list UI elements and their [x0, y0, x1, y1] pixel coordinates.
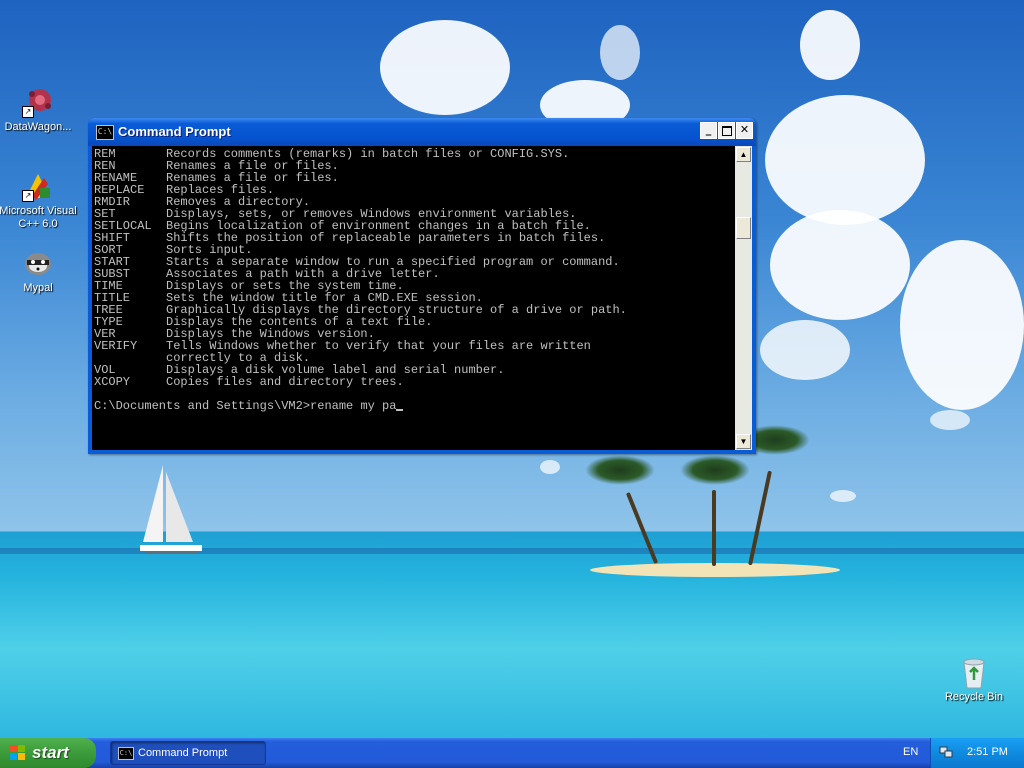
raccoon-icon [22, 247, 54, 279]
wallpaper-cloud [600, 25, 640, 80]
scroll-down-button[interactable]: ▼ [736, 434, 751, 449]
taskbar-item-command-prompt[interactable]: C:\ Command Prompt [110, 741, 266, 765]
console-input[interactable]: rename my pa [310, 399, 396, 413]
network-icon[interactable] [939, 746, 953, 759]
wallpaper-cloud [800, 10, 860, 80]
clock[interactable]: 2:51 PM [967, 746, 1008, 758]
desktop-background: ↗ DataWagon... ↗ Microsoft Visual C++ 6.… [0, 0, 1024, 738]
console-icon[interactable]: C:\ [96, 125, 114, 140]
console-icon: C:\ [118, 747, 134, 760]
window-titlebar[interactable]: C:\ Command Prompt _ ✕ [88, 118, 756, 146]
start-label: start [32, 743, 69, 762]
windows-logo-icon [10, 745, 26, 761]
taskbar: start C:\ Command Prompt EN 2:51 PM [0, 738, 1024, 768]
console-line-command: XCOPY [94, 375, 131, 389]
desktop-icon-mypal[interactable]: Mypal [0, 247, 78, 295]
desktop-icon-label: DataWagon... [4, 121, 72, 133]
text-cursor [396, 409, 404, 411]
console-prompt-line[interactable]: C:\Documents and Settings\VM2>rename my … [94, 400, 730, 412]
desktop-icon-datawagon[interactable]: ↗ DataWagon... [0, 86, 78, 134]
window-title: Command Prompt [118, 124, 231, 139]
console-area[interactable]: REM Records comments (remarks) in batch f… [92, 146, 752, 450]
close-button[interactable]: ✕ [736, 122, 753, 139]
wallpaper-palm-trunk [712, 490, 716, 566]
wallpaper-cloud [760, 320, 850, 380]
language-indicator[interactable]: EN [903, 746, 918, 758]
wallpaper-cloud [380, 20, 510, 115]
wallpaper-palm-leaves [585, 455, 655, 485]
wallpaper-cloud [900, 240, 1024, 410]
console-prompt: C:\Documents and Settings\VM2> [94, 399, 311, 413]
desktop-icon-label: Microsoft Visual C++ 6.0 [0, 205, 77, 230]
command-prompt-window[interactable]: C:\ Command Prompt _ ✕ REM Records commen… [88, 118, 756, 454]
wallpaper-cloud [765, 95, 925, 225]
system-tray: 2:51 PM [930, 738, 1024, 768]
start-button[interactable]: start [0, 738, 96, 768]
console-line: XCOPY Copies files and directory trees. [94, 376, 730, 388]
wallpaper-palm-leaves [680, 455, 750, 485]
console-line-description: Copies files and directory trees. [166, 375, 404, 389]
wallpaper-cloud [930, 410, 970, 430]
maximize-icon [721, 126, 732, 136]
shortcut-arrow-icon: ↗ [22, 190, 34, 202]
vertical-scrollbar[interactable]: ▲ ▼ [735, 146, 752, 450]
maximize-button[interactable] [718, 122, 735, 139]
minimize-button[interactable]: _ [700, 122, 717, 139]
scroll-up-button[interactable]: ▲ [736, 147, 751, 162]
desktop-icon-label: Mypal [23, 282, 53, 294]
desktop-icon-recycle-bin[interactable]: Recycle Bin [934, 656, 1014, 704]
recycle-bin-icon [958, 656, 990, 689]
datawagon-icon: ↗ [22, 86, 54, 118]
console-line-command: VERIFY [94, 339, 138, 353]
scrollbar-thumb[interactable] [736, 217, 751, 239]
desktop-icon-label: Recycle Bin [944, 691, 1004, 703]
console-output[interactable]: REM Records comments (remarks) in batch f… [94, 148, 730, 448]
wallpaper-sailboat [140, 465, 202, 554]
shortcut-arrow-icon: ↗ [22, 106, 34, 118]
wallpaper-cloud [540, 460, 560, 474]
desktop-icon-visual-cpp[interactable]: ↗ Microsoft Visual C++ 6.0 [0, 170, 78, 231]
visual-cpp-icon: ↗ [22, 170, 54, 202]
wallpaper-cloud [830, 490, 856, 502]
taskbar-item-label: Command Prompt [138, 747, 228, 759]
wallpaper-cloud [770, 210, 910, 320]
